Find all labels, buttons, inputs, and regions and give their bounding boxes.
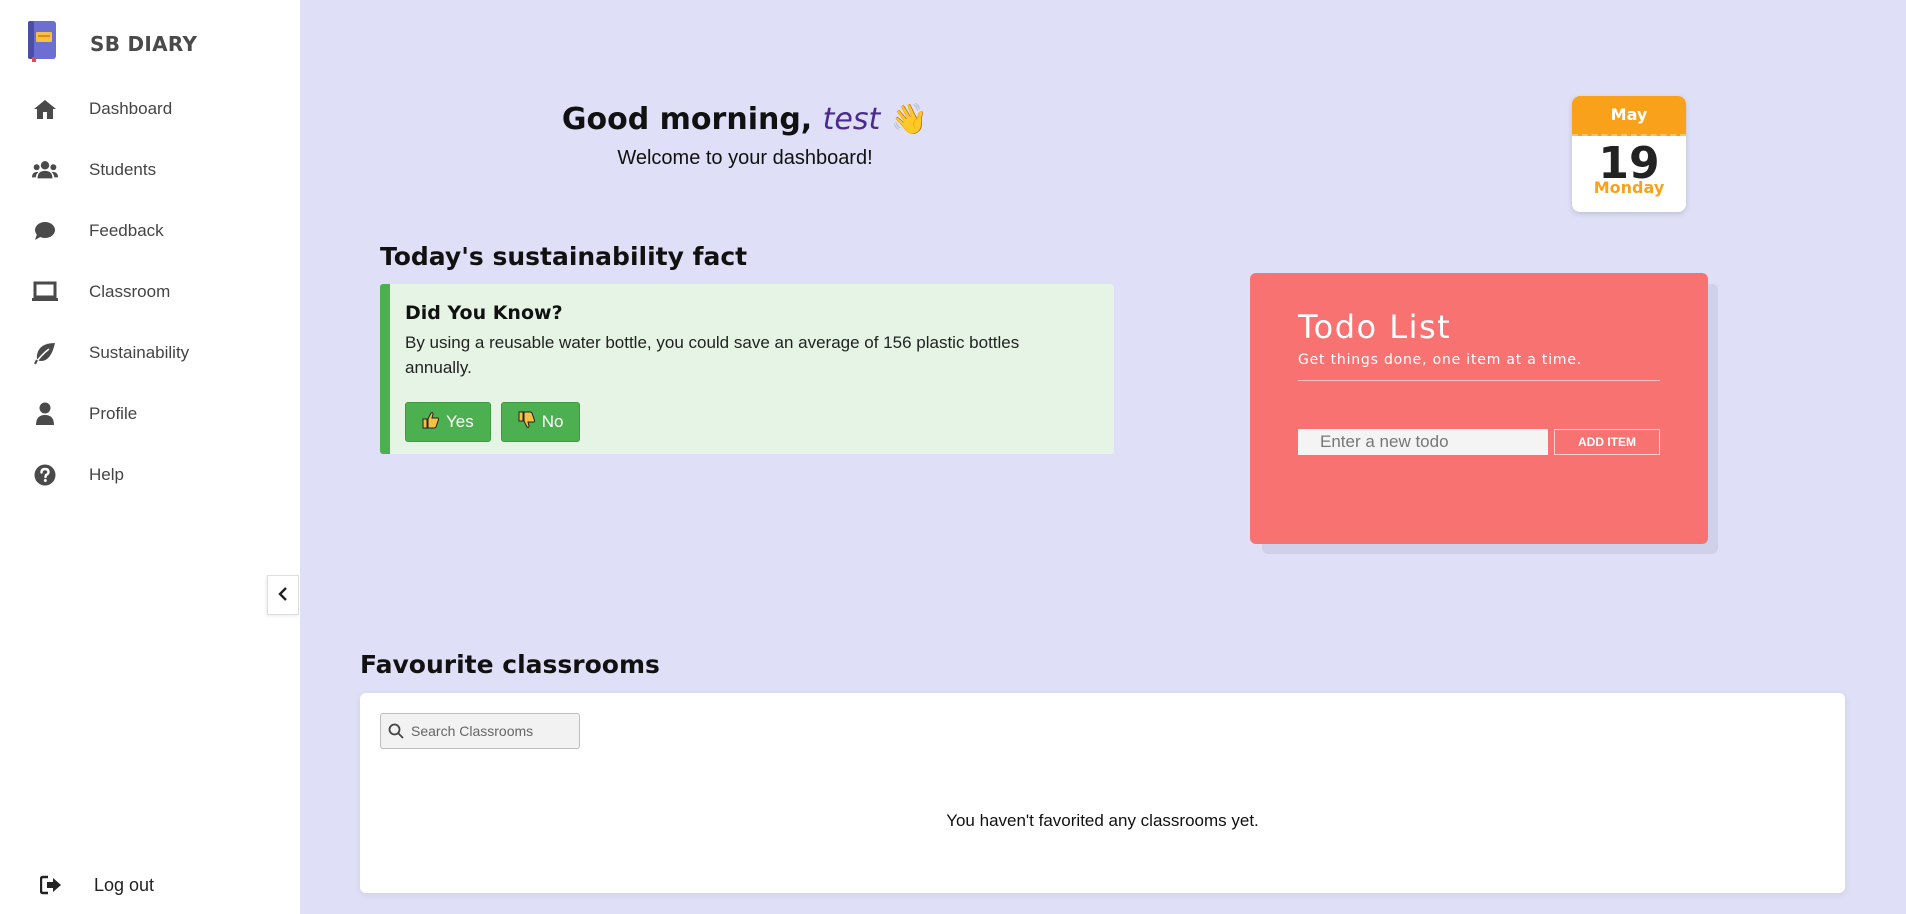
- users-icon: [32, 157, 58, 183]
- sidebar-item-label: Sustainability: [89, 343, 190, 362]
- sidebar-item-label: Feedback: [89, 221, 164, 240]
- greeting-subtitle: Welcome to your dashboard!: [617, 147, 873, 169]
- sidebar-item-label: Students: [89, 160, 157, 179]
- add-item-button[interactable]: ADD ITEM: [1554, 429, 1660, 455]
- sidebar-item-sustainability[interactable]: Sustainability: [0, 328, 300, 378]
- greeting: Good morning, test 👋 Welcome to your das…: [440, 102, 1050, 170]
- empty-favourites-message: You haven't favorited any classrooms yet…: [946, 811, 1259, 830]
- greeting-title: Good morning, test 👋: [440, 102, 1050, 137]
- sidebar-item-label: Classroom: [89, 282, 171, 301]
- laptop-icon: [32, 279, 58, 305]
- todo-input-row: ADD ITEM: [1298, 429, 1660, 455]
- fact-text: By using a reusable water bottle, you co…: [405, 333, 1020, 377]
- logout-button[interactable]: Log out: [0, 860, 300, 910]
- brand[interactable]: SB DIARY: [26, 20, 197, 62]
- todo-subtitle: Get things done, one item at a time.: [1298, 352, 1660, 381]
- collapse-sidebar-button[interactable]: [267, 575, 299, 615]
- sustainability-heading: Today's sustainability fact: [380, 242, 748, 271]
- greeting-username: test: [822, 102, 881, 137]
- sidebar-item-help[interactable]: Help: [0, 450, 300, 500]
- leaf-icon: [32, 340, 58, 366]
- sidebar-item-label: Dashboard: [89, 99, 173, 118]
- logout-label: Log out: [94, 874, 155, 895]
- comment-icon: [32, 218, 58, 244]
- sidebar: SB DIARY Dashboard Students Feedback Cla…: [0, 0, 300, 914]
- sidebar-item-profile[interactable]: Profile: [0, 389, 300, 439]
- todo-input[interactable]: [1298, 429, 1548, 455]
- user-icon: [32, 401, 58, 427]
- todo-title: Todo List: [1298, 308, 1452, 346]
- chevron-left-icon: [278, 586, 288, 605]
- thumbs-down-icon: [518, 411, 536, 434]
- brand-name: SB DIARY: [90, 32, 198, 56]
- sidebar-item-feedback[interactable]: Feedback: [0, 206, 300, 256]
- todo-card: Todo List Get things done, one item at a…: [1250, 273, 1708, 544]
- logout-icon: [38, 872, 64, 898]
- calendar-widget: May 19 Monday: [1572, 96, 1686, 212]
- home-icon: [32, 96, 58, 122]
- sidebar-item-label: Profile: [89, 404, 138, 423]
- search-icon: [381, 714, 411, 748]
- fact-feedback-buttons: Yes No: [405, 402, 1090, 442]
- greeting-prefix: Good morning,: [561, 102, 823, 137]
- sustainability-fact-card: Did You Know? By using a reusable water …: [380, 284, 1114, 454]
- waving-hand-icon: 👋: [890, 102, 929, 137]
- help-icon: [32, 462, 58, 488]
- yes-button[interactable]: Yes: [405, 402, 491, 442]
- no-label: No: [541, 412, 564, 431]
- thumbs-up-icon: [422, 411, 440, 434]
- sidebar-item-dashboard[interactable]: Dashboard: [0, 84, 300, 134]
- classroom-search-input[interactable]: [411, 723, 571, 739]
- sidebar-item-classroom[interactable]: Classroom: [0, 267, 300, 317]
- calendar-weekday: Monday: [1593, 178, 1665, 197]
- yes-label: Yes: [446, 412, 474, 431]
- diary-book-icon: [26, 20, 60, 62]
- sidebar-item-label: Help: [89, 465, 124, 484]
- calendar-month: May: [1572, 96, 1686, 136]
- favourites-card: You haven't favorited any classrooms yet…: [360, 693, 1845, 893]
- favourites-heading: Favourite classrooms: [360, 650, 660, 679]
- fact-title: Did You Know?: [405, 302, 563, 324]
- no-button[interactable]: No: [500, 402, 581, 442]
- sidebar-item-students[interactable]: Students: [0, 145, 300, 195]
- classroom-search: [380, 713, 580, 749]
